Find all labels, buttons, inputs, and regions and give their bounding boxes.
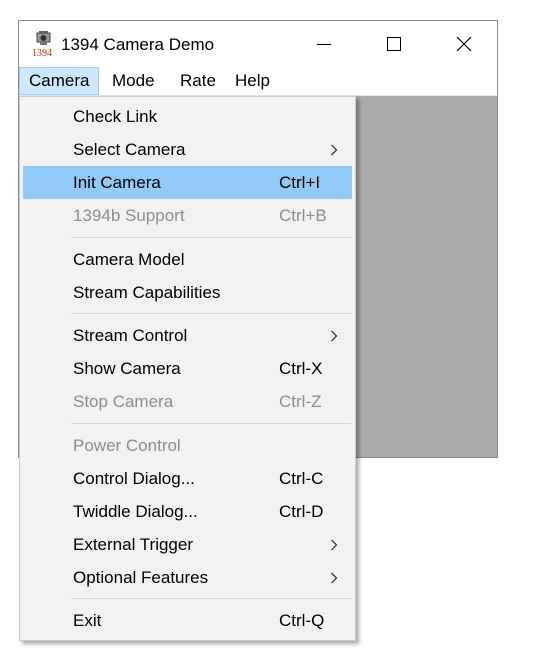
chevron-right-icon bbox=[331, 144, 338, 156]
menu-item-label: Twiddle Dialog... bbox=[73, 502, 198, 521]
menu-item-select-camera[interactable]: Select Camera bbox=[23, 133, 352, 166]
menu-separator bbox=[71, 423, 351, 424]
title-bar[interactable]: 1394 1394 Camera Demo bbox=[19, 21, 497, 67]
menu-item-exit[interactable]: Exit Ctrl-Q bbox=[23, 604, 352, 637]
menu-separator bbox=[71, 313, 351, 314]
menu-item-shortcut: Ctrl-D bbox=[279, 502, 324, 521]
menu-item-label: Optional Features bbox=[73, 568, 209, 587]
menu-item-label: Stream Control bbox=[73, 326, 188, 345]
menu-item-stream-capabilities[interactable]: Stream Capabilities bbox=[23, 276, 352, 309]
svg-text:1394: 1394 bbox=[32, 48, 52, 58]
menu-item-label: Show Camera bbox=[73, 359, 181, 378]
menu-item-label: Init Camera bbox=[73, 173, 161, 192]
minimize-icon bbox=[317, 44, 331, 45]
menu-item-label: Stream Capabilities bbox=[73, 283, 221, 302]
menu-help[interactable]: Help bbox=[226, 67, 279, 95]
menu-item-shortcut: Ctrl+B bbox=[279, 206, 327, 225]
menu-item-stop-camera[interactable]: Stop Camera Ctrl-Z bbox=[23, 385, 352, 418]
chevron-right-icon bbox=[331, 330, 338, 342]
close-button[interactable] bbox=[429, 21, 499, 67]
menu-item-label: Control Dialog... bbox=[73, 469, 195, 488]
menu-item-stream-control[interactable]: Stream Control bbox=[23, 319, 352, 352]
menu-item-label: Select Camera bbox=[73, 140, 186, 159]
menu-camera[interactable]: Camera bbox=[19, 67, 100, 95]
menu-item-twiddle-dialog[interactable]: Twiddle Dialog... Ctrl-D bbox=[23, 495, 352, 528]
menu-item-label: Camera Model bbox=[73, 250, 185, 269]
menu-item-label: 1394b Support bbox=[73, 206, 185, 225]
menu-item-label: Stop Camera bbox=[73, 392, 174, 411]
chevron-right-icon bbox=[331, 539, 338, 551]
menu-separator bbox=[71, 237, 351, 238]
maximize-icon bbox=[387, 37, 401, 51]
menu-rate[interactable]: Rate bbox=[171, 67, 225, 95]
menu-item-shortcut: Ctrl+I bbox=[279, 173, 321, 192]
maximize-button[interactable] bbox=[359, 21, 429, 67]
menu-bar: Camera Mode Rate Help bbox=[19, 67, 497, 96]
menu-item-optional-features[interactable]: Optional Features bbox=[23, 561, 352, 594]
menu-item-external-trigger[interactable]: External Trigger bbox=[23, 528, 352, 561]
menu-item-1394b-support[interactable]: 1394b Support Ctrl+B bbox=[23, 199, 352, 232]
menu-item-shortcut: Ctrl-C bbox=[279, 469, 324, 488]
menu-item-shortcut: Ctrl-Z bbox=[279, 392, 322, 411]
chevron-right-icon bbox=[331, 572, 338, 584]
camera-dropdown-menu: Check Link Select Camera Init Camera Ctr… bbox=[19, 96, 356, 641]
menu-item-check-link[interactable]: Check Link bbox=[23, 100, 352, 133]
menu-item-label: Check Link bbox=[73, 107, 158, 126]
camera-app-icon: 1394 bbox=[31, 30, 57, 59]
minimize-button[interactable] bbox=[289, 21, 359, 67]
menu-item-camera-model[interactable]: Camera Model bbox=[23, 243, 352, 276]
menu-item-label: Power Control bbox=[73, 436, 181, 455]
menu-item-label: Exit bbox=[73, 611, 102, 630]
menu-item-control-dialog[interactable]: Control Dialog... Ctrl-C bbox=[23, 462, 352, 495]
window-title: 1394 Camera Demo bbox=[61, 35, 215, 54]
menu-item-shortcut: Ctrl-Q bbox=[279, 611, 325, 630]
menu-item-power-control[interactable]: Power Control bbox=[23, 429, 352, 462]
menu-separator bbox=[71, 598, 351, 599]
menu-item-shortcut: Ctrl-X bbox=[279, 359, 323, 378]
menu-item-label: External Trigger bbox=[73, 535, 193, 554]
close-icon bbox=[456, 36, 472, 52]
menu-item-show-camera[interactable]: Show Camera Ctrl-X bbox=[23, 352, 352, 385]
menu-item-init-camera[interactable]: Init Camera Ctrl+I bbox=[23, 166, 352, 199]
menu-mode[interactable]: Mode bbox=[103, 67, 164, 95]
